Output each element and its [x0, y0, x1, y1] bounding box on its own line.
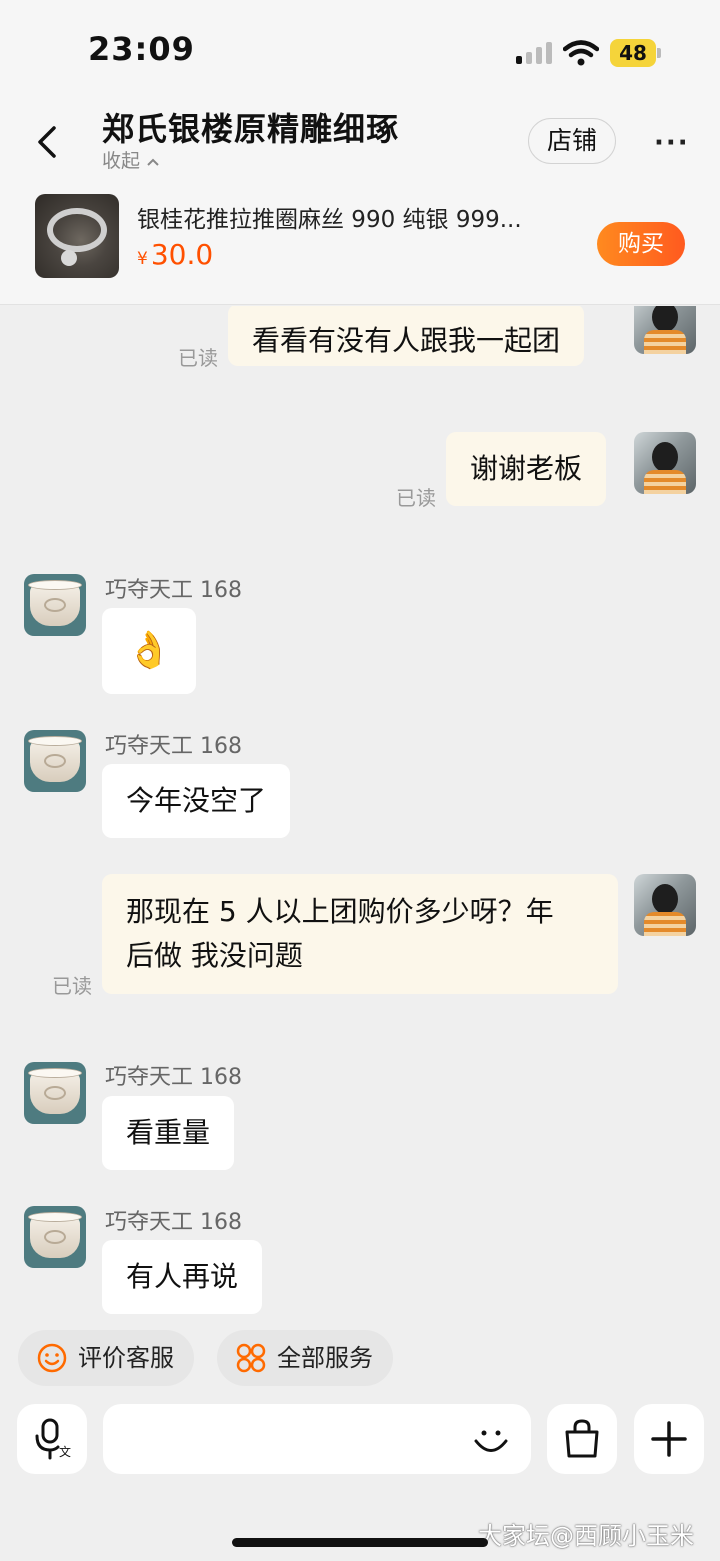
my-avatar[interactable] [634, 874, 696, 936]
message-bubble-outgoing[interactable]: 那现在 5 人以上团购价多少呀？年 后做 我没问题 [102, 874, 618, 994]
buy-button[interactable]: 购买 [597, 222, 685, 266]
shopping-bag-button[interactable] [547, 1404, 617, 1474]
chat-header: 郑氏银楼原精雕细琢 收起 店铺 ··· 银桂花推拉推圈麻丝 990 纯银 999… [0, 100, 720, 305]
all-services-label: 全部服务 [277, 1344, 373, 1372]
status-bar: 23:09 48 [0, 0, 720, 100]
sender-name: 巧夺天工 168 [105, 734, 242, 759]
plus-button[interactable] [634, 1404, 704, 1474]
rate-service-button[interactable]: 评价客服 [18, 1330, 194, 1386]
my-avatar[interactable] [634, 306, 696, 354]
message-line: 后做 我没问题 [126, 939, 303, 972]
message-bubble-incoming[interactable]: 有人再说 [102, 1240, 263, 1314]
sender-name: 巧夺天工 168 [105, 1065, 242, 1090]
voice-translate-icon: 文 [35, 1418, 71, 1460]
chevron-up-icon [147, 158, 159, 166]
product-price: ¥30.0 [137, 238, 214, 271]
svg-text:文: 文 [59, 1444, 71, 1459]
store-button[interactable]: 店铺 [528, 118, 616, 164]
message-bubble-emoji[interactable]: 👌 [102, 608, 196, 694]
shop-avatar[interactable] [24, 730, 86, 792]
shop-avatar[interactable] [24, 574, 86, 636]
all-services-button[interactable]: 全部服务 [217, 1330, 393, 1386]
collapse-label: 收起 [102, 150, 141, 172]
more-options-icon[interactable]: ··· [654, 128, 694, 158]
shopping-bag-icon [565, 1419, 599, 1458]
sender-name: 巧夺天工 168 [105, 1210, 242, 1235]
collapse-toggle[interactable]: 收起 [102, 146, 160, 173]
message-bubble-outgoing[interactable]: 看看有没有人跟我一起团 [228, 306, 585, 366]
product-thumbnail[interactable] [35, 194, 119, 278]
home-indicator[interactable] [232, 1538, 488, 1547]
chat-message-list[interactable]: 已读 看看有没有人跟我一起团 已读 谢谢老板 巧夺天工 168 👌 巧夺天工 1… [0, 306, 720, 1314]
sender-name: 巧夺天工 168 [105, 578, 242, 603]
message-line: 那现在 5 人以上团购价多少呀？年 [126, 895, 554, 928]
plus-icon [651, 1421, 687, 1457]
message-bubble-incoming[interactable]: 今年没空了 [102, 764, 291, 838]
wifi-icon [563, 40, 599, 66]
quick-actions-bar: 评价客服 全部服务 [0, 1314, 720, 1402]
message-input[interactable] [103, 1404, 531, 1474]
battery-icon: 48 [610, 39, 661, 67]
grid-icon [236, 1343, 266, 1373]
smile-icon [37, 1343, 67, 1373]
battery-level: 48 [610, 39, 656, 67]
status-time: 23:09 [88, 30, 195, 68]
read-receipt: 已读 [52, 974, 92, 998]
message-bubble-incoming[interactable]: 看重量 [102, 1096, 235, 1170]
shop-name: 郑氏银楼原精雕细琢 [102, 110, 400, 148]
watermark: 大家坛@西顾小玉米 [478, 1522, 694, 1550]
read-receipt: 已读 [396, 486, 436, 510]
message-bubble-outgoing[interactable]: 谢谢老板 [446, 432, 607, 506]
product-title[interactable]: 银桂花推拉推圈麻丝 990 纯银 999... [137, 200, 522, 234]
rate-service-label: 评价客服 [78, 1344, 174, 1372]
emoji-icon[interactable] [471, 1420, 511, 1460]
read-receipt: 已读 [178, 346, 218, 370]
shop-avatar[interactable] [24, 1206, 86, 1268]
back-arrow-icon[interactable] [30, 122, 64, 162]
input-bar: 文 大家坛@西顾小玉米 [0, 1402, 720, 1561]
voice-input-button[interactable]: 文 [17, 1404, 87, 1474]
my-avatar[interactable] [634, 432, 696, 494]
shop-avatar[interactable] [24, 1062, 86, 1124]
cellular-signal-icon [516, 42, 554, 64]
